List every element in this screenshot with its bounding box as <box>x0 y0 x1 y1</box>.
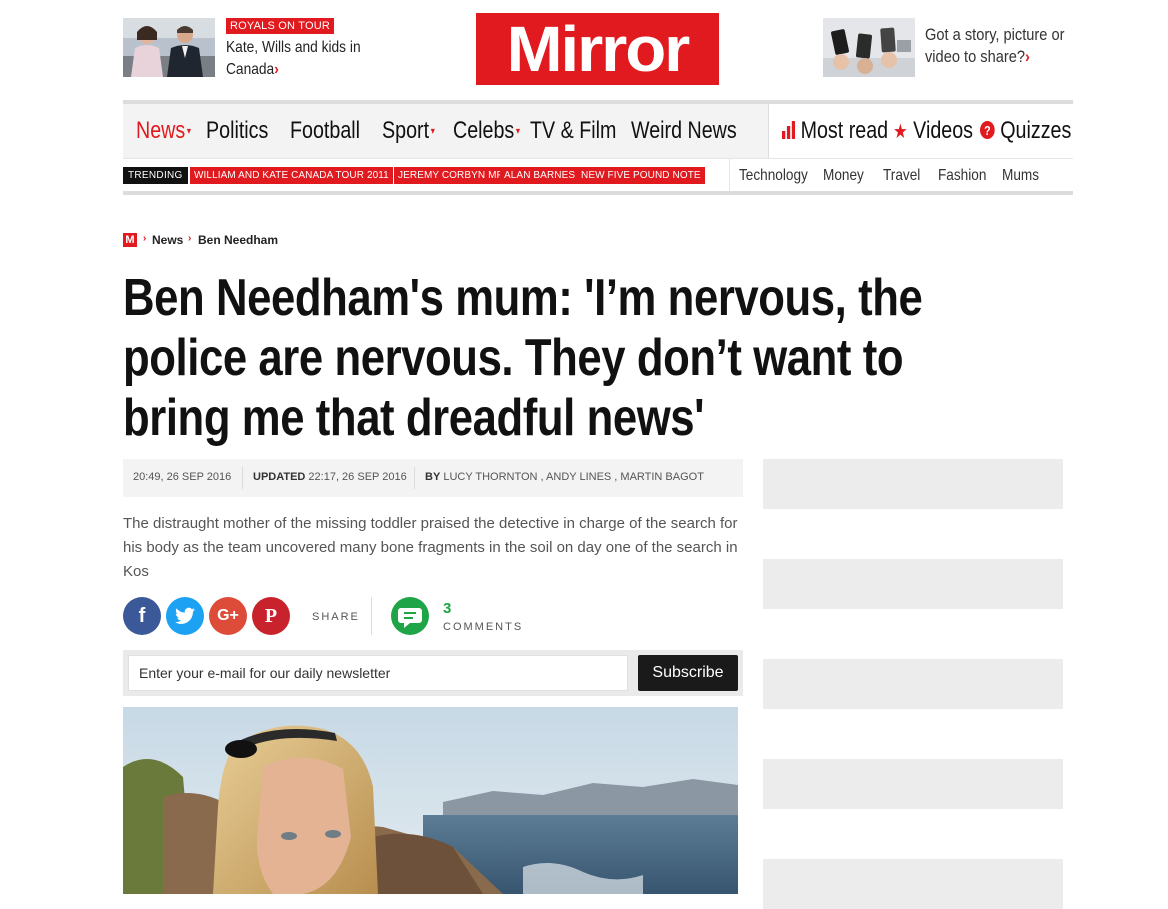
article-byline: 20:49, 26 SEP 2016 UPDATED 22:17, 26 SEP… <box>123 459 743 497</box>
sidebar-placeholder <box>763 559 1063 609</box>
nav-bottom-border <box>123 191 1073 195</box>
twitter-share-button[interactable] <box>166 597 204 635</box>
trending-tag[interactable]: ALAN BARNES <box>500 167 580 184</box>
trending-tag[interactable]: JEREMY CORBYN MP <box>394 167 508 184</box>
chevron-down-icon: ▾ <box>515 125 521 137</box>
nav-item-weird-news[interactable]: Weird News <box>631 116 737 146</box>
sidebar-placeholder <box>763 859 1063 909</box>
newsletter-signup: Subscribe <box>123 650 743 696</box>
facebook-share-button[interactable]: f <box>123 597 161 635</box>
nav-item-celebs[interactable]: Celebs ▾ <box>453 116 520 147</box>
subscribe-button[interactable]: Subscribe <box>638 655 738 691</box>
pinterest-share-button[interactable]: P <box>252 597 290 635</box>
bar-chart-icon <box>782 121 796 139</box>
mirror-logo[interactable]: Mirror <box>476 13 719 85</box>
comment-bubble-icon <box>398 608 422 628</box>
comments-button[interactable] <box>391 597 429 635</box>
breadcrumb-ben-needham[interactable]: Ben Needham <box>198 233 278 247</box>
mirror-mini-logo[interactable]: M <box>123 233 137 247</box>
article-authors[interactable]: BY LUCY THORNTON , ANDY LINES , MARTIN B… <box>425 471 704 483</box>
nav-item-tv-film[interactable]: TV & Film <box>530 116 616 146</box>
facebook-icon: f <box>138 604 146 627</box>
divider <box>242 467 243 489</box>
subnav-fashion[interactable]: Fashion <box>938 167 986 185</box>
google-plus-share-button[interactable]: G+ <box>209 597 247 635</box>
divider <box>414 467 415 489</box>
chevron-down-icon: ▾ <box>186 125 191 137</box>
chevron-right-icon: › <box>1024 47 1030 66</box>
article-headline: Ben Needham's mum: 'I’m nervous, the pol… <box>123 269 923 447</box>
svg-text:?: ? <box>984 123 991 138</box>
nav-item-news[interactable]: News ▾ <box>136 116 191 147</box>
published-time: 20:49, 26 SEP 2016 <box>133 471 232 483</box>
promo-royals[interactable]: ROYALS ON TOUR Kate, Wills and kids in C… <box>123 18 383 80</box>
chevron-right-icon: › <box>188 233 192 244</box>
trending-tag[interactable]: WILLIAM AND KATE CANADA TOUR 2011 <box>190 167 393 184</box>
nav-videos[interactable]: ★ Videos <box>893 116 973 147</box>
sidebar-placeholder <box>763 659 1063 709</box>
subnav-technology[interactable]: Technology <box>739 167 808 185</box>
pinterest-icon: P <box>264 604 278 627</box>
star-icon: ★ <box>893 121 908 143</box>
comments-label[interactable]: COMMENTS <box>443 621 523 633</box>
share-label: SHARE <box>312 611 360 623</box>
chevron-right-icon: › <box>274 61 279 78</box>
nav-most-read[interactable]: Most read <box>782 116 888 146</box>
chevron-down-icon: ▾ <box>430 125 435 137</box>
nav-quizzes[interactable]: ? Quizzes <box>980 116 1071 146</box>
main-nav: News ▾ Politics Football Sport ▾ Celebs ▾ T… <box>123 104 1074 158</box>
promo-headline[interactable]: Kate, Wills and kids in Canada› <box>226 37 372 81</box>
promo-share-story[interactable]: Got a story, picture or video to share?› <box>823 18 1073 80</box>
google-plus-icon: G+ <box>217 607 239 624</box>
question-icon: ? <box>980 121 995 139</box>
trending-tag[interactable]: NEW FIVE POUND NOTE <box>577 167 705 184</box>
promo-share-text[interactable]: Got a story, picture or video to share?› <box>925 24 1071 68</box>
promo-share-image[interactable] <box>823 18 915 77</box>
article-standfirst: The distraught mother of the missing tod… <box>123 515 738 580</box>
comments-count[interactable]: 3 <box>443 600 451 617</box>
newsletter-email-input[interactable] <box>128 655 628 691</box>
divider <box>371 597 372 635</box>
promo-royals-image[interactable] <box>123 18 215 77</box>
nav-item-sport[interactable]: Sport ▾ <box>382 116 435 147</box>
sidebar-placeholder <box>763 459 1063 509</box>
nav-item-football[interactable]: Football <box>290 116 360 146</box>
promo-badge: ROYALS ON TOUR <box>226 18 334 34</box>
trending-bar: TRENDING WILLIAM AND KATE CANADA TOUR 20… <box>123 158 1073 193</box>
sidebar-placeholder <box>763 759 1063 809</box>
divider <box>729 159 730 193</box>
subnav-mums[interactable]: Mums <box>1002 167 1039 185</box>
trending-label: TRENDING <box>123 167 188 184</box>
subnav-money[interactable]: Money <box>823 167 864 185</box>
chevron-right-icon: › <box>143 233 147 244</box>
nav-item-politics[interactable]: Politics <box>206 116 268 146</box>
article-hero-image[interactable] <box>123 707 738 894</box>
breadcrumb-news[interactable]: News <box>152 233 183 247</box>
updated-time: UPDATED 22:17, 26 SEP 2016 <box>253 471 407 483</box>
twitter-icon <box>175 607 195 624</box>
subnav-travel[interactable]: Travel <box>883 167 920 185</box>
